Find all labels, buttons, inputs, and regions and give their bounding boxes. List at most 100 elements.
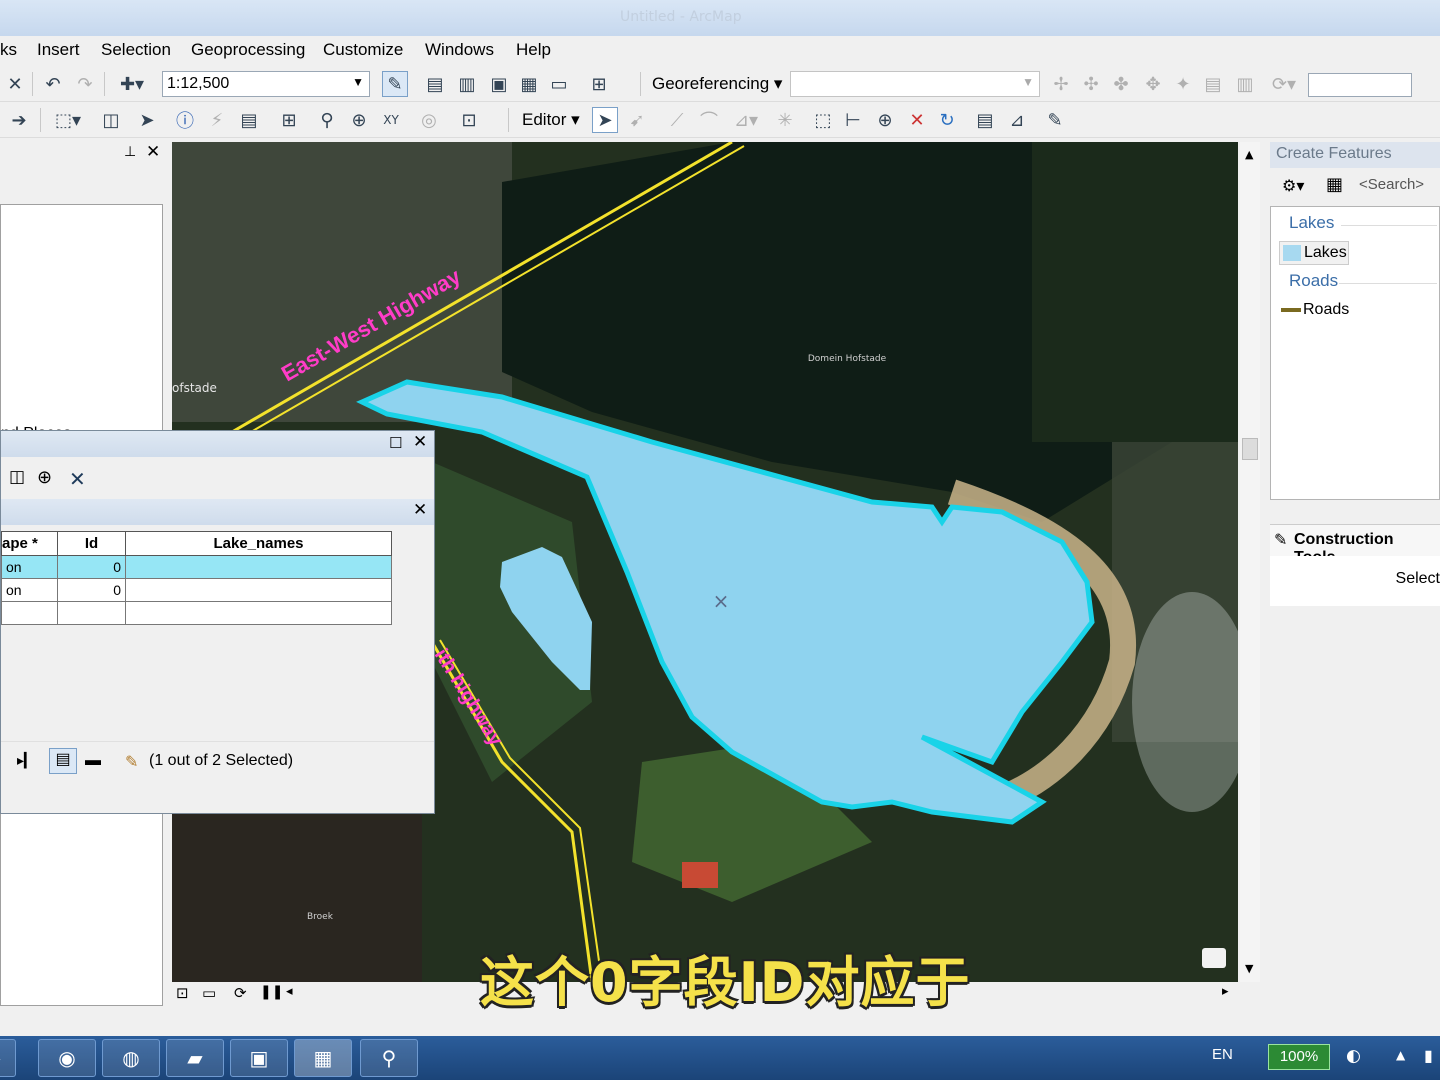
editor-toolbar-icon[interactable]: ✎ — [382, 71, 408, 97]
create-features-icon[interactable]: ✎ — [1042, 107, 1068, 133]
end-point-arc-icon[interactable]: ⌒ — [696, 107, 722, 133]
last-record-icon[interactable]: ▸▎ — [17, 752, 35, 769]
organize-templates-icon[interactable]: ⚙▾ — [1282, 176, 1304, 195]
go-to-xy-icon[interactable]: XY — [378, 107, 404, 133]
create-viewer-icon[interactable]: ⊡ — [456, 107, 482, 133]
reset-icon[interactable]: ⟳▾ — [1264, 71, 1304, 97]
time-slider-icon[interactable]: ◎ — [416, 107, 442, 133]
template-item-roads[interactable]: Roads — [1281, 299, 1381, 323]
redo-icon[interactable]: ↷ — [72, 71, 98, 97]
powerpoint-icon[interactable]: ▣ — [230, 1039, 288, 1077]
arcmap-icon[interactable]: ▦ — [294, 1039, 352, 1077]
delete-selected-icon[interactable]: ✕ — [69, 467, 86, 491]
measure-icon[interactable]: ⊞ — [276, 107, 302, 133]
arctoolbox-icon[interactable]: ▦ — [516, 71, 542, 97]
scale-icon[interactable]: ✥ — [1140, 71, 1166, 97]
menu-customize[interactable]: Customize — [323, 40, 403, 60]
template-search-input[interactable]: <Search> — [1359, 176, 1424, 193]
scale-combo[interactable]: 1:12,500 ▼ — [162, 71, 370, 97]
show-hidden-icons-icon[interactable]: ▲ — [1396, 1048, 1405, 1062]
cut-polygons-icon[interactable]: ⊕ — [872, 107, 898, 133]
layout-view-icon[interactable]: ▭ — [202, 984, 216, 1002]
map-tips-icon[interactable] — [1202, 948, 1226, 968]
zoom-to-selected-icon[interactable]: ⊕ — [37, 467, 52, 488]
trace-icon[interactable]: ⊿▾ — [726, 107, 766, 133]
clear-selection-icon[interactable]: ◫ — [9, 467, 25, 487]
map-vertical-scrollbar[interactable]: ▲ ▼ — [1240, 142, 1260, 982]
undo-icon[interactable]: ↶ — [40, 71, 66, 97]
link-table-icon[interactable]: ▤ — [1200, 71, 1226, 97]
pause-drawing-icon[interactable]: ❚❚ — [260, 984, 283, 1000]
georeferencing-layer-combo[interactable]: ▼ — [790, 71, 1040, 97]
shift-icon[interactable]: ✤ — [1108, 71, 1134, 97]
forward-extent-icon[interactable]: ➔ — [6, 107, 32, 133]
search-window-icon[interactable]: ▣ — [486, 71, 512, 97]
network-icon[interactable]: ◐ — [1346, 1046, 1361, 1066]
maximize-icon[interactable]: ☐ — [389, 434, 402, 452]
select-elements-icon[interactable]: ➤ — [134, 107, 160, 133]
column-header-id[interactable]: Id — [57, 531, 126, 556]
cell-shape[interactable] — [1, 601, 58, 625]
add-data-icon[interactable]: ✚▾ — [112, 71, 152, 97]
construction-tool-select[interactable]: Select — [1396, 570, 1440, 588]
menu-selection[interactable]: Selection — [101, 40, 171, 60]
add-control-points-icon[interactable]: ✢ — [1048, 71, 1074, 97]
hyperlink-icon[interactable]: ⚡ — [204, 107, 230, 133]
find-icon[interactable]: ⚲ — [314, 107, 340, 133]
pin-icon[interactable]: ⊥ — [124, 144, 136, 160]
cell-lake-name[interactable] — [125, 601, 392, 625]
georeferencing-dropdown[interactable]: Georeferencing ▾ — [652, 74, 782, 94]
menu-help[interactable]: Help — [516, 40, 551, 60]
cell-shape[interactable]: on — [1, 555, 58, 579]
edit-annotation-icon[interactable]: ➹ — [624, 107, 650, 133]
clear-selection-icon[interactable]: ◫ — [98, 107, 124, 133]
cell-id[interactable]: 0 — [57, 578, 126, 602]
toc-window-icon[interactable]: ▤ — [422, 71, 448, 97]
close-table-icon[interactable]: ✕ — [413, 500, 427, 520]
rotate-icon[interactable]: ✣ — [1078, 71, 1104, 97]
show-all-records-icon[interactable]: ▤ — [49, 748, 77, 774]
file-explorer-icon[interactable]: ▰ — [166, 1039, 224, 1077]
find-route-icon[interactable]: ⊕ — [346, 107, 372, 133]
template-item-lakes[interactable]: Lakes — [1279, 241, 1349, 265]
table-row[interactable]: on 0 — [1, 555, 392, 579]
organize-templates-window-icon[interactable]: ▦ — [1326, 174, 1343, 195]
action-center-icon[interactable]: ▮ — [1424, 1046, 1433, 1065]
editor-dropdown[interactable]: Editor ▾ — [522, 110, 580, 130]
cell-shape[interactable]: on — [1, 578, 58, 602]
menu-insert[interactable]: Insert — [37, 40, 80, 60]
straight-segment-icon[interactable]: ⟋ — [664, 107, 690, 133]
viewer-icon[interactable]: ✦ — [1170, 71, 1196, 97]
scroll-up-icon[interactable]: ▲ — [1245, 148, 1253, 161]
identify-icon[interactable]: ⓘ — [172, 107, 198, 133]
split-tool-icon[interactable]: ✕ — [904, 107, 930, 133]
modelbuilder-icon[interactable]: ⊞ — [586, 71, 612, 97]
firefox-icon[interactable]: ◍ — [102, 1039, 160, 1077]
close-icon[interactable]: ✕ — [413, 432, 427, 452]
attributes-icon[interactable]: ▤ — [972, 107, 998, 133]
edit-tool-icon[interactable]: ➤ — [592, 107, 618, 133]
show-selected-records-icon[interactable]: ▬ — [85, 752, 101, 770]
cell-id[interactable]: 0 — [57, 555, 126, 579]
point-icon[interactable]: ✳ — [772, 107, 798, 133]
scroll-down-icon[interactable]: ▼ — [1245, 962, 1253, 975]
search-app-icon[interactable]: ⚲ — [360, 1039, 418, 1077]
refresh-icon[interactable]: ⟳ — [234, 984, 247, 1002]
catalog-window-icon[interactable]: ▥ — [454, 71, 480, 97]
scroll-left-icon[interactable]: ◂ — [286, 984, 293, 999]
cell-id[interactable] — [57, 601, 126, 625]
html-popup-icon[interactable]: ▤ — [236, 107, 262, 133]
cell-lake-name[interactable] — [125, 578, 392, 602]
delete-icon[interactable]: ✕ — [2, 71, 28, 97]
menu-geoprocessing[interactable]: Geoprocessing — [191, 40, 305, 60]
edit-vertices-icon[interactable]: ⬚ — [810, 107, 836, 133]
scroll-thumb[interactable] — [1242, 438, 1258, 460]
table-row[interactable] — [1, 601, 392, 625]
close-icon[interactable]: ✕ — [146, 142, 160, 162]
update-display-icon[interactable]: ▥ — [1232, 71, 1258, 97]
coordinate-input[interactable] — [1308, 73, 1412, 97]
table-row[interactable]: on 0 — [1, 578, 392, 602]
cell-lake-name[interactable] — [125, 555, 392, 579]
chrome-icon[interactable]: ◉ — [38, 1039, 96, 1077]
menu-bookmarks[interactable]: ks — [0, 40, 17, 60]
